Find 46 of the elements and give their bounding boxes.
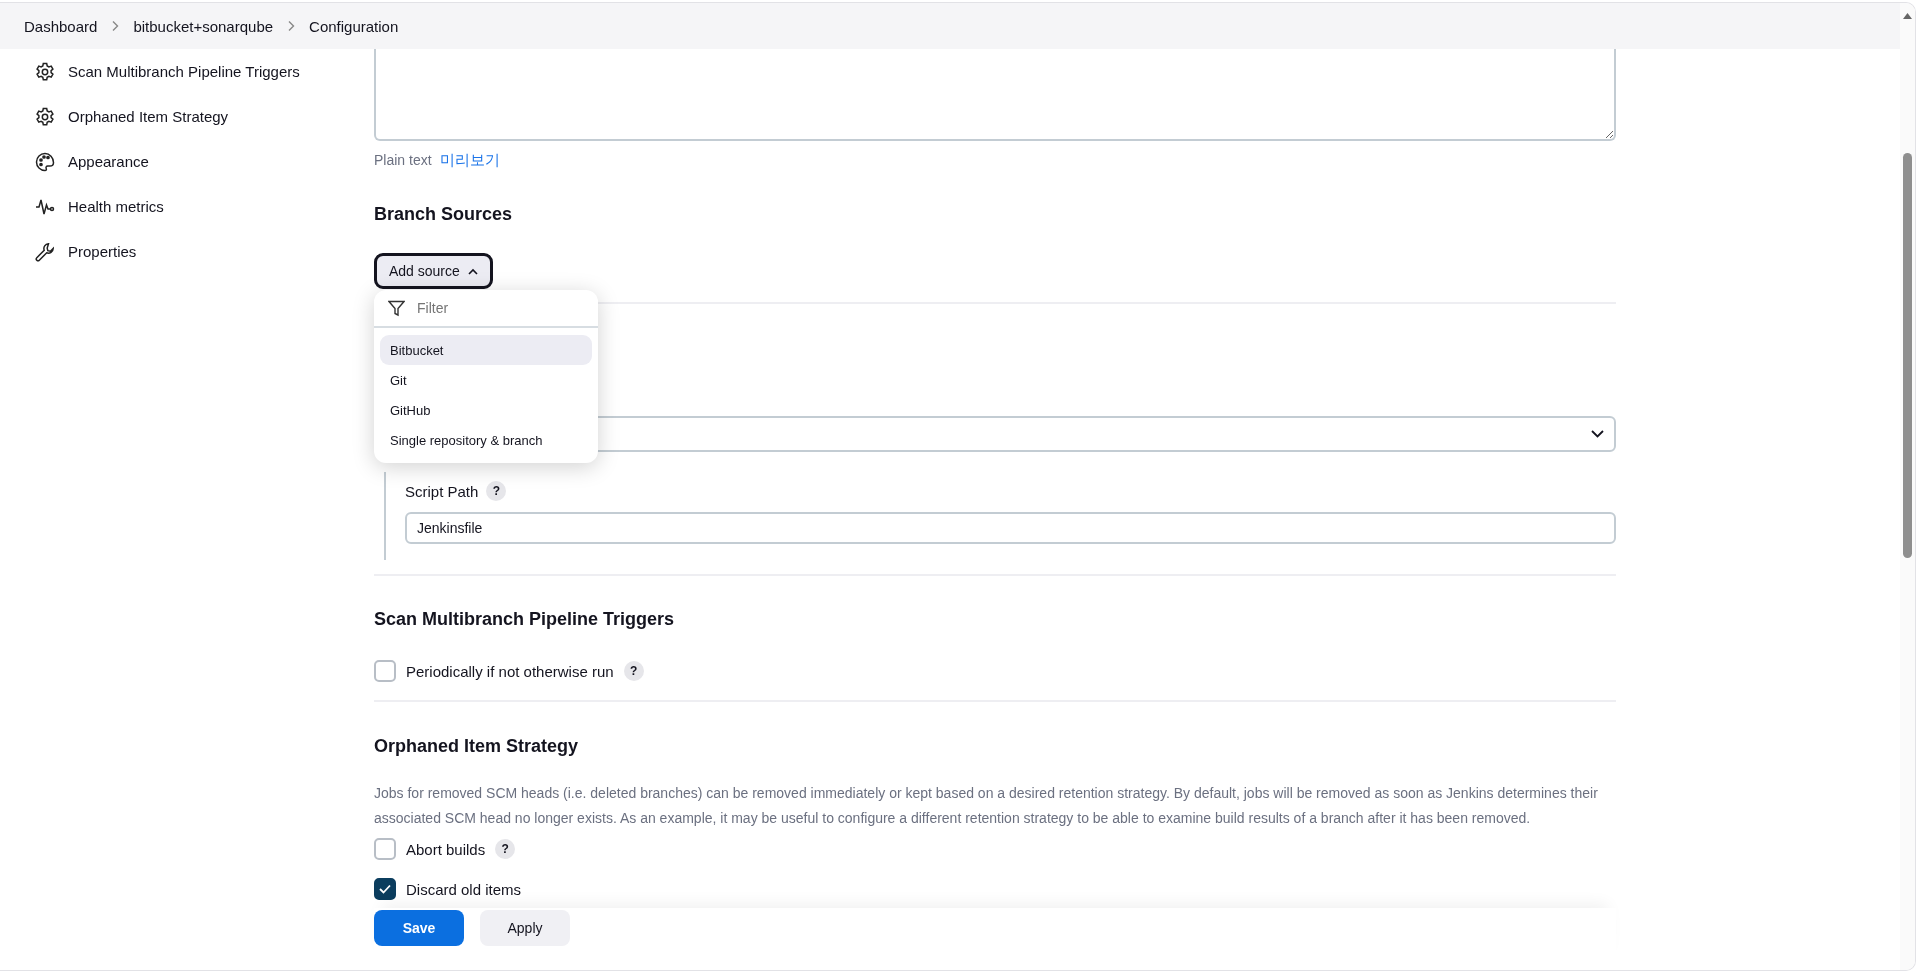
breadcrumb-link[interactable]: Configuration: [309, 17, 399, 35]
chevron-right-icon: [287, 20, 296, 32]
breadcrumb-link[interactable]: Dashboard: [24, 17, 98, 35]
gear-icon: [35, 106, 55, 127]
chevron-down-icon: [1591, 430, 1604, 438]
caret-up-icon: [467, 267, 478, 275]
checkbox[interactable]: [374, 660, 396, 682]
gear-icon: [35, 61, 55, 82]
checkbox[interactable]: [374, 838, 396, 860]
help-button[interactable]: ?: [486, 481, 507, 501]
script-path-field[interactable]: Jenkinsfile: [405, 512, 1616, 544]
apply-button[interactable]: Apply: [480, 910, 570, 946]
scroll-up-icon[interactable]: [1903, 13, 1912, 19]
section-heading: Branch Sources: [374, 203, 514, 225]
menu-item[interactable]: GitHub: [380, 395, 592, 425]
palette-icon: [35, 151, 55, 172]
description-field[interactable]: [374, 49, 1616, 141]
section-heading: Orphaned Item Strategy: [374, 735, 580, 757]
sidebar-item[interactable]: Scan Multibranch Pipeline Triggers: [35, 49, 374, 94]
filter-field[interactable]: Filter: [415, 299, 569, 317]
checkbox-label[interactable]: Abort builds: [406, 840, 486, 858]
sidebar-item[interactable]: Appearance: [35, 139, 374, 184]
filter-icon: [388, 299, 405, 317]
sidebar-item[interactable]: Properties: [35, 229, 374, 274]
field-label: Script Path: [405, 482, 479, 500]
menu-item[interactable]: Single repository & branch: [380, 425, 592, 455]
section-heading: Scan Multibranch Pipeline Triggers: [374, 608, 676, 630]
format-label: Plain text: [374, 152, 432, 168]
help-button[interactable]: ?: [495, 839, 516, 859]
checkbox-label[interactable]: Periodically if not otherwise run: [406, 662, 614, 680]
help-button[interactable]: ?: [623, 661, 644, 681]
section-description: Jobs for removed SCM heads (i.e. deleted branches) can be removed immediately or kept based on a desired retention strategy. By default, jobs will be removed as soon as Jenkins determines their associated SCM head no longer exists. As an example, it may be useful to configure a different retention strategy to be able to examine build results of a branch after it has been removed.: [374, 784, 1599, 828]
scrollbar-thumb[interactable]: [1903, 153, 1912, 558]
save-button[interactable]: Save: [374, 910, 464, 946]
preview-link[interactable]: 미리보기: [439, 150, 500, 170]
checkbox-label[interactable]: Discard old items: [406, 880, 522, 898]
add-source-button[interactable]: Add source: [374, 253, 493, 289]
menu-item[interactable]: Bitbucket: [380, 335, 592, 365]
sidebar-item[interactable]: Orphaned Item Strategy: [35, 94, 374, 139]
checkbox[interactable]: [374, 878, 396, 900]
sidebar-item[interactable]: Health metrics: [35, 184, 374, 229]
chevron-right-icon: [111, 20, 120, 32]
menu-item[interactable]: Git: [380, 365, 592, 395]
wrench-icon: [35, 241, 55, 262]
breadcrumb-link[interactable]: bitbucket+sonarqube: [133, 17, 274, 35]
checkmark-icon: [379, 884, 391, 894]
